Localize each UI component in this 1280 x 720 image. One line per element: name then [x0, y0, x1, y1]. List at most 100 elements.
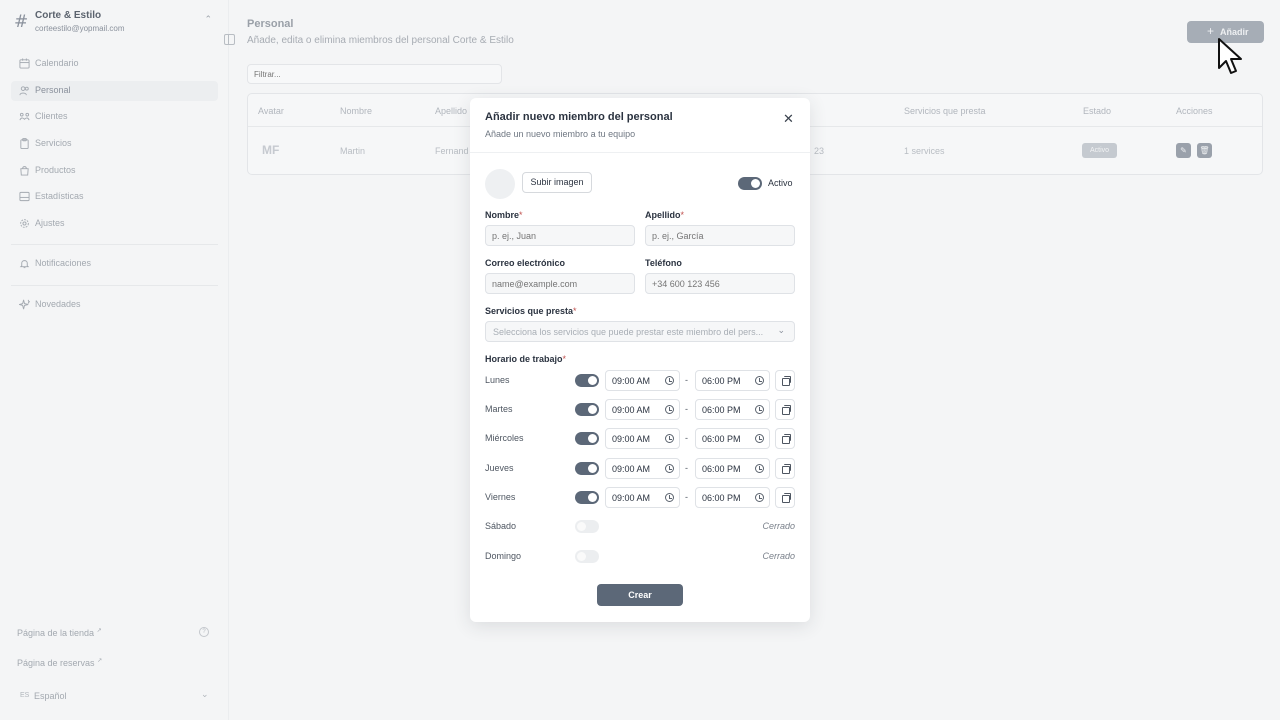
sidebar-item-label: Estadísticas: [35, 191, 84, 201]
copy-icon[interactable]: [775, 370, 795, 391]
start-time-input[interactable]: 09:00 AM: [605, 428, 680, 449]
add-staff-dialog: Añadir nuevo miembro del personal Añade …: [470, 98, 810, 622]
day-toggle[interactable]: [575, 432, 599, 445]
sidebar-item-label: Clientes: [35, 111, 68, 121]
sidebar-toggle-icon[interactable]: [224, 34, 235, 45]
first-name-field[interactable]: [485, 225, 635, 246]
dialog-divider: [470, 152, 810, 153]
clock-icon: [665, 405, 674, 414]
cell-apellido: Fernand: [435, 146, 469, 156]
sidebar-item-servicios[interactable]: Servicios: [11, 134, 218, 154]
sidebar-item-calendario[interactable]: Calendario: [11, 54, 218, 74]
status-badge: Activo: [1082, 143, 1117, 158]
language-selector[interactable]: Español: [34, 691, 67, 701]
column-header-acciones: Acciones: [1176, 106, 1213, 116]
edit-icon[interactable]: ✎: [1176, 143, 1191, 158]
copy-icon[interactable]: [775, 399, 795, 420]
sidebar-item-clientes[interactable]: Clientes: [11, 107, 218, 127]
close-icon[interactable]: ✕: [783, 111, 794, 127]
plus-icon: +: [1207, 24, 1215, 38]
last-name-field[interactable]: [645, 225, 795, 246]
column-header-nombre: Nombre: [340, 106, 373, 116]
day-toggle[interactable]: [575, 462, 599, 475]
phone-field[interactable]: [645, 273, 795, 294]
clock-icon: [755, 493, 764, 502]
schedule-label: Horario de trabajo*: [485, 354, 566, 364]
first-name-label-text: Nombre: [485, 210, 520, 220]
end-time-input[interactable]: 06:00 PM: [695, 458, 770, 479]
day-toggle[interactable]: [575, 550, 599, 563]
column-header-servicios: Servicios que presta: [904, 106, 986, 116]
start-time-input[interactable]: 09:00 AM: [605, 370, 680, 391]
shopping-bag-icon: [20, 166, 29, 176]
day-toggle[interactable]: [575, 520, 599, 533]
filter-input[interactable]: [247, 64, 502, 84]
start-time-input[interactable]: 09:00 AM: [605, 458, 680, 479]
day-toggle[interactable]: [575, 403, 599, 416]
clock-icon: [665, 464, 674, 473]
sidebar-item-productos[interactable]: Productos: [11, 161, 218, 181]
chevron-down-icon[interactable]: ⌄: [201, 689, 209, 700]
sidebar-item-label: Personal: [35, 85, 71, 95]
start-time-input[interactable]: 09:00 AM: [605, 399, 680, 420]
sidebar-item-novedades[interactable]: Novedades: [11, 295, 218, 315]
clock-icon: [755, 405, 764, 414]
services-select[interactable]: Selecciona los servicios que puede prest…: [485, 321, 795, 342]
required-mark: *: [562, 354, 567, 364]
clock-icon: [665, 376, 674, 385]
copy-icon[interactable]: [775, 428, 795, 449]
page-title: Personal: [247, 18, 294, 30]
calendar-icon: [19, 58, 30, 69]
trash-icon[interactable]: 🗑: [1197, 143, 1212, 158]
end-time-input[interactable]: 06:00 PM: [695, 399, 770, 420]
start-time-input[interactable]: 09:00 AM: [605, 487, 680, 508]
sidebar-item-label: Servicios: [35, 138, 72, 148]
create-button[interactable]: Crear: [597, 584, 683, 606]
sidebar-item-label: Productos: [35, 165, 76, 175]
day-name: Viernes: [485, 492, 516, 502]
sidebar-item-ajustes[interactable]: Ajustes: [11, 214, 218, 234]
clock-icon: [665, 493, 674, 502]
add-staff-label: Añadir: [1220, 27, 1249, 37]
external-link-icon: ↗: [97, 658, 103, 664]
copy-icon[interactable]: [775, 487, 795, 508]
clock-icon: [755, 376, 764, 385]
end-time-value: 06:00 PM: [702, 493, 741, 503]
schedule-row-martes: Martes 09:00 AM - 06:00 PM: [485, 399, 795, 421]
required-mark: *: [519, 210, 523, 220]
business-switcher[interactable]: # Corte & Estilo corteestilo@yopmail.com…: [12, 10, 217, 36]
day-name: Lunes: [485, 375, 510, 385]
cell-nombre: Martin: [340, 146, 366, 156]
help-icon[interactable]: ?: [199, 627, 209, 637]
day-name: Domingo: [485, 551, 522, 561]
end-time-input[interactable]: 06:00 PM: [695, 428, 770, 449]
upload-image-button[interactable]: Subir imagen: [522, 172, 592, 193]
sidebar-item-estadisticas[interactable]: Estadísticas: [11, 187, 218, 207]
sidebar-divider: [11, 244, 218, 245]
end-time-value: 06:00 PM: [702, 405, 741, 415]
business-name: Corte & Estilo: [35, 10, 102, 21]
end-time-input[interactable]: 06:00 PM: [695, 370, 770, 391]
business-email: corteestilo@yopmail.com: [35, 24, 125, 33]
chevrons-updown-icon: ⌃: [204, 14, 212, 24]
clock-icon: [755, 464, 764, 473]
day-toggle[interactable]: [575, 374, 599, 387]
store-page-link[interactable]: Página de la tienda ↗: [17, 627, 102, 638]
time-separator: -: [685, 433, 688, 443]
active-toggle[interactable]: [738, 177, 762, 190]
copy-icon[interactable]: [775, 458, 795, 479]
sidebar-item-label: Novedades: [35, 299, 81, 309]
sidebar-item-notificaciones[interactable]: Notificaciones: [11, 254, 218, 274]
schedule-row-domingo: Domingo Cerrado: [485, 546, 795, 568]
avatar-placeholder: [485, 169, 515, 199]
services-label: Servicios que presta*: [485, 306, 577, 316]
clients-icon: [19, 112, 30, 121]
time-separator: -: [685, 404, 688, 414]
end-time-input[interactable]: 06:00 PM: [695, 487, 770, 508]
booking-page-link[interactable]: Página de reservas ↗: [17, 657, 102, 668]
day-name: Martes: [485, 404, 513, 414]
email-field[interactable]: [485, 273, 635, 294]
day-toggle[interactable]: [575, 491, 599, 504]
sidebar-item-personal[interactable]: Personal: [11, 81, 218, 101]
hash-icon: #: [14, 12, 29, 32]
